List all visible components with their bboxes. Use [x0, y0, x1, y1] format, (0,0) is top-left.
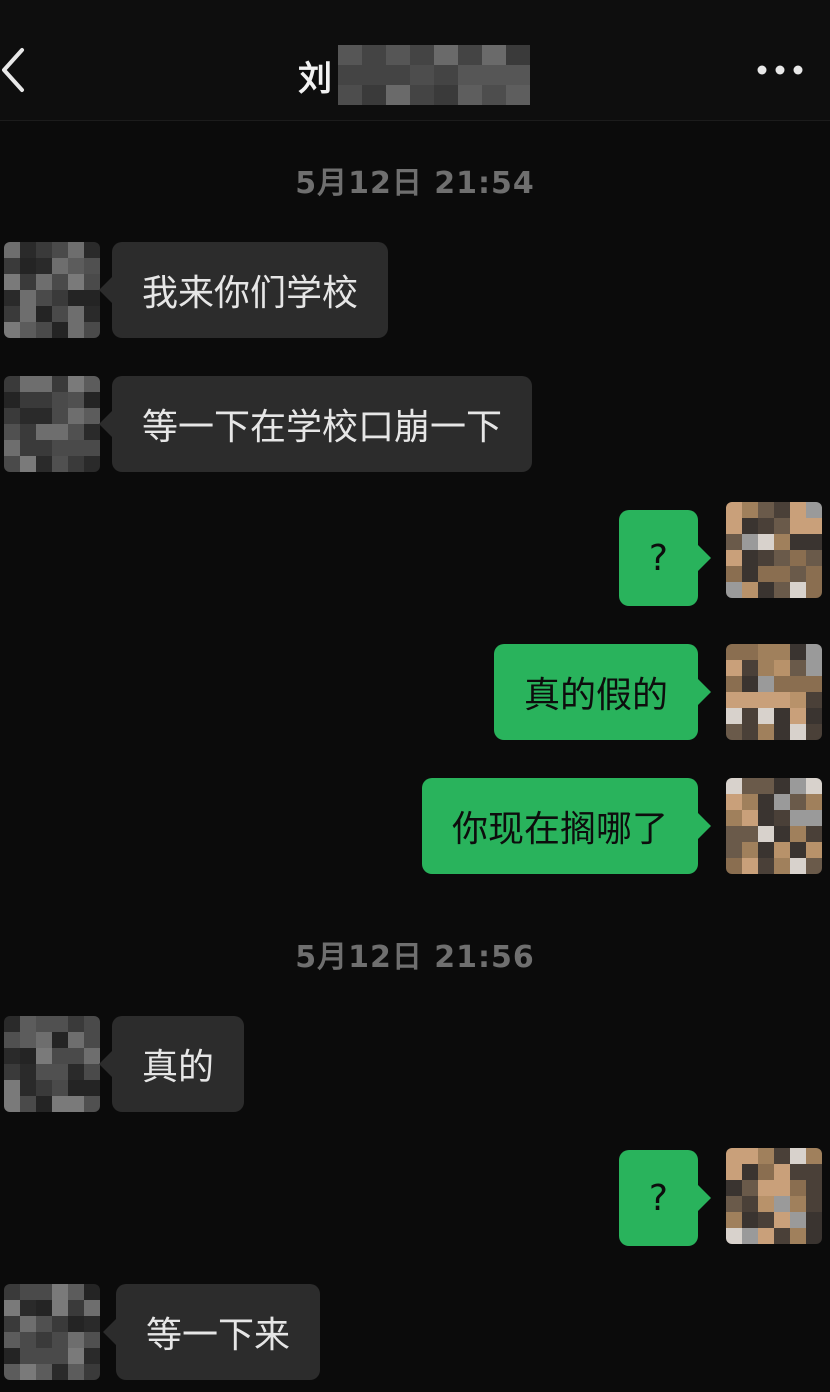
more-options-button[interactable] — [752, 48, 808, 92]
message-bubble-incoming[interactable]: 我来你们学校 — [98, 242, 389, 338]
message-bubble-outgoing[interactable]: ? — [618, 1150, 712, 1246]
message-text: 真的 — [142, 1047, 215, 1088]
censored-name-block — [338, 45, 530, 105]
contact-avatar[interactable] — [4, 1016, 100, 1112]
my-avatar[interactable] — [726, 502, 822, 598]
timestamp: 5月12日 21:56 — [295, 940, 535, 975]
message-text: 真的假的 — [523, 675, 668, 716]
message-text: ? — [648, 1177, 668, 1219]
chat-title: 刘 — [298, 42, 530, 108]
more-horizontal-icon — [757, 65, 803, 75]
message-bubble-outgoing[interactable]: 你现在搁哪了 — [421, 778, 712, 874]
message-bubble-outgoing[interactable]: 真的假的 — [493, 644, 712, 740]
message-text: 我来你们学校 — [142, 273, 359, 314]
contact-name: 刘 — [298, 58, 332, 99]
my-avatar[interactable] — [726, 778, 822, 874]
chat-header: 刘 — [0, 0, 830, 121]
timestamp: 5月12日 21:54 — [295, 166, 535, 201]
message-text: 等一下来 — [146, 1315, 291, 1356]
message-bubble-incoming[interactable]: 等一下在学校口崩一下 — [98, 376, 533, 472]
chevron-left-icon — [2, 48, 24, 92]
message-bubble-incoming[interactable]: 等一下来 — [102, 1284, 321, 1380]
message-text: 等一下在学校口崩一下 — [142, 407, 503, 448]
message-text: ? — [648, 537, 668, 579]
my-avatar[interactable] — [726, 1148, 822, 1244]
message-bubble-incoming[interactable]: 真的 — [98, 1016, 245, 1112]
my-avatar[interactable] — [726, 644, 822, 740]
back-button[interactable] — [0, 40, 40, 100]
contact-avatar[interactable] — [4, 1284, 100, 1380]
message-bubble-outgoing[interactable]: ? — [618, 510, 712, 606]
contact-avatar[interactable] — [4, 242, 100, 338]
contact-avatar[interactable] — [4, 376, 100, 472]
message-text: 你现在搁哪了 — [451, 809, 668, 850]
